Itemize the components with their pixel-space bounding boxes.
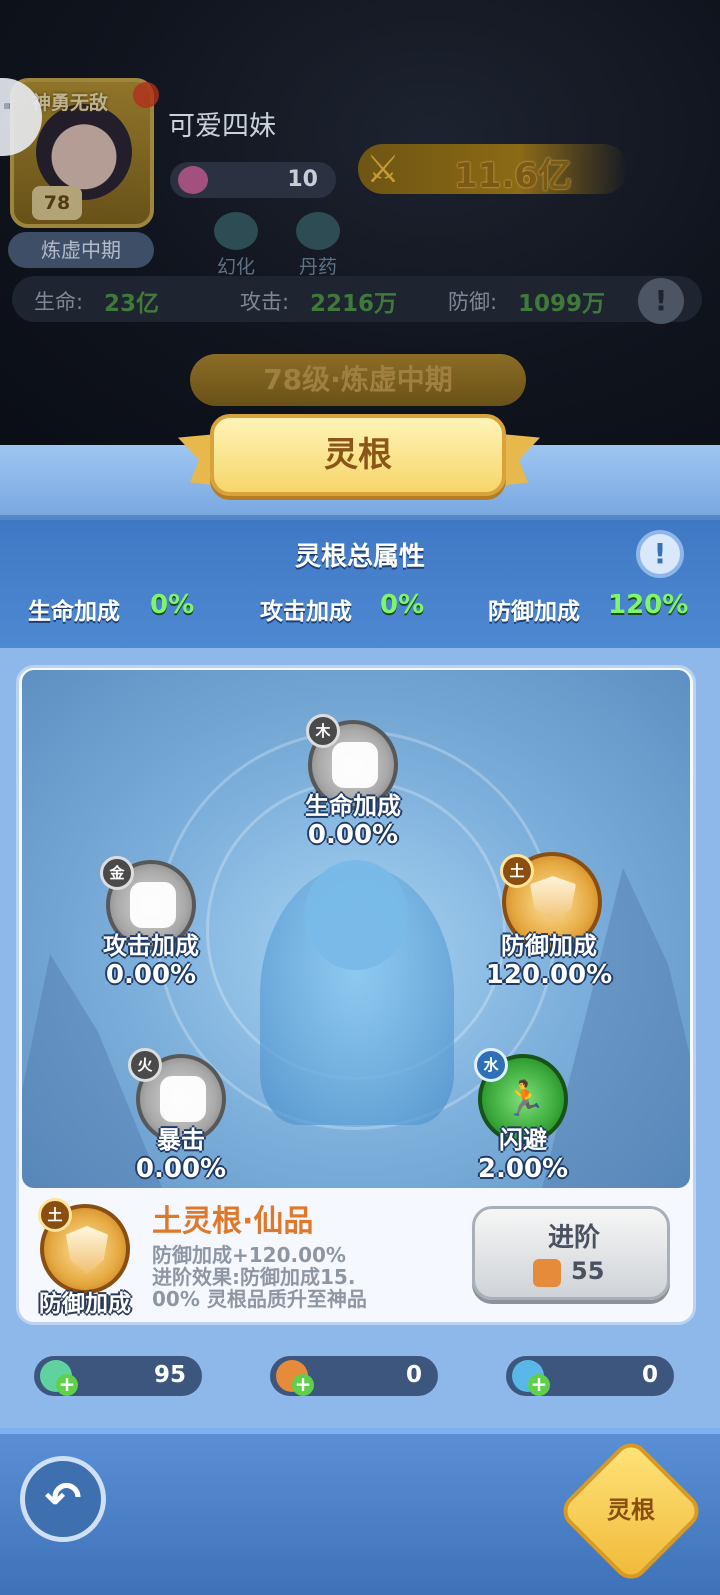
stat-hp-label: 生命:: [34, 290, 84, 314]
feature-pills[interactable]: 丹药: [288, 212, 348, 279]
element-water-badge: 水: [474, 1048, 508, 1082]
element-wood-badge: 木: [306, 714, 340, 748]
gem-counter[interactable]: 10: [170, 162, 336, 198]
node-defense-value: 120.00%: [485, 960, 613, 990]
notification-dot: [133, 82, 159, 108]
node-defense-label: 防御加成: [501, 932, 597, 960]
sword-icon: [130, 882, 176, 928]
resource-green[interactable]: + 95: [34, 1356, 202, 1396]
total-atk-label: 攻击加成: [260, 599, 352, 625]
shield-icon: [66, 1226, 108, 1274]
feature-pills-label: 丹药: [298, 256, 337, 278]
advance-button[interactable]: 进阶 55: [472, 1206, 670, 1300]
node-life-value: 0.00%: [307, 820, 399, 850]
panel-title: 灵根: [210, 414, 506, 496]
mask-icon: [214, 212, 258, 250]
info-button[interactable]: !: [636, 530, 684, 578]
node-crit-value: 0.00%: [135, 1154, 227, 1184]
total-def-value: 120%: [608, 590, 689, 620]
selected-root-label: 防御加成: [39, 1291, 131, 1317]
feature-transform-label: 幻化: [216, 256, 255, 278]
selected-root-effect-cont: 00% 灵根品质升至神品: [152, 1287, 367, 1311]
resource-blue-count: 0: [641, 1362, 658, 1388]
stat-atk-value: 2216万: [310, 291, 398, 317]
pill-icon: [296, 212, 340, 250]
add-icon: +: [528, 1374, 550, 1396]
level-banner: 78级·炼虚中期: [190, 354, 526, 406]
side-tab-icon: ▤: [4, 102, 11, 110]
spirit-root-tab-label[interactable]: 灵根: [578, 1490, 684, 1525]
combat-power: ⚔ 11.6亿: [358, 144, 628, 196]
avatar-level: 78: [32, 186, 82, 220]
crit-icon: [160, 1076, 206, 1122]
feature-transform[interactable]: 幻化: [206, 212, 266, 279]
gem-count: 10: [287, 167, 318, 192]
crossed-swords-icon: ⚔: [366, 147, 401, 191]
resource-green-count: 95: [153, 1362, 186, 1388]
selected-element-badge: 土: [38, 1198, 72, 1232]
combat-power-value: 11.6亿: [454, 156, 572, 196]
orange-gem-icon: [533, 1259, 561, 1287]
add-icon: +: [292, 1374, 314, 1396]
selected-root-description: 防御加成+120.00% 进阶效果:防御加成15. 00% 灵根品质升至神品: [152, 1244, 414, 1310]
heart-plus-icon: [332, 742, 378, 788]
node-attack-value: 0.00%: [105, 960, 197, 990]
meditating-figure-head: [304, 860, 408, 970]
panel-title-text: 灵根: [324, 435, 392, 475]
advance-label: 进阶: [547, 1223, 600, 1253]
total-hp-value: 0%: [150, 590, 195, 620]
total-atk-value: 0%: [380, 590, 425, 620]
node-life-label: 生命加成: [305, 792, 401, 820]
avatar-title: 神勇无敌: [32, 92, 109, 114]
total-attributes: 灵根总属性 ! 生命加成 0% 攻击加成 0% 防御加成 120%: [0, 520, 720, 648]
add-icon: +: [56, 1374, 78, 1396]
stats-info-button[interactable]: !: [638, 278, 684, 324]
resource-blue[interactable]: + 0: [506, 1356, 674, 1396]
gem-icon: [178, 166, 208, 194]
element-earth-badge: 土: [500, 854, 534, 888]
back-button[interactable]: ↶: [20, 1456, 106, 1542]
stat-atk-label: 攻击:: [240, 290, 290, 314]
node-attack-label: 攻击加成: [103, 932, 199, 960]
stat-hp-value: 23亿: [104, 291, 160, 317]
shield-icon: [530, 876, 576, 922]
resource-orange[interactable]: + 0: [270, 1356, 438, 1396]
player-name: 可爱四妹: [168, 111, 276, 142]
node-dodge-value: 2.00%: [477, 1154, 569, 1184]
stat-def-label: 防御:: [448, 290, 498, 314]
stat-def-value: 1099万: [518, 291, 606, 317]
realm-badge: 炼虚中期: [8, 232, 154, 268]
total-hp-label: 生命加成: [28, 599, 120, 625]
total-def-label: 防御加成: [488, 599, 580, 625]
element-metal-badge: 金: [100, 856, 134, 890]
back-arrow-icon: ↶: [44, 1473, 82, 1524]
selected-root-effect: 进阶效果:防御加成15.: [152, 1265, 356, 1289]
resource-orange-count: 0: [405, 1362, 422, 1388]
dodge-runner-icon: 🏃: [503, 1079, 547, 1119]
total-attributes-title: 灵根总属性: [294, 542, 425, 572]
node-dodge-label: 闪避: [499, 1126, 547, 1154]
node-crit-label: 暴击: [157, 1126, 205, 1154]
selected-root-bonus: 防御加成+120.00%: [152, 1243, 346, 1267]
element-fire-badge: 火: [128, 1048, 162, 1082]
selected-root-name: 土灵根·仙品: [152, 1204, 314, 1239]
advance-cost: 55: [571, 1257, 605, 1285]
